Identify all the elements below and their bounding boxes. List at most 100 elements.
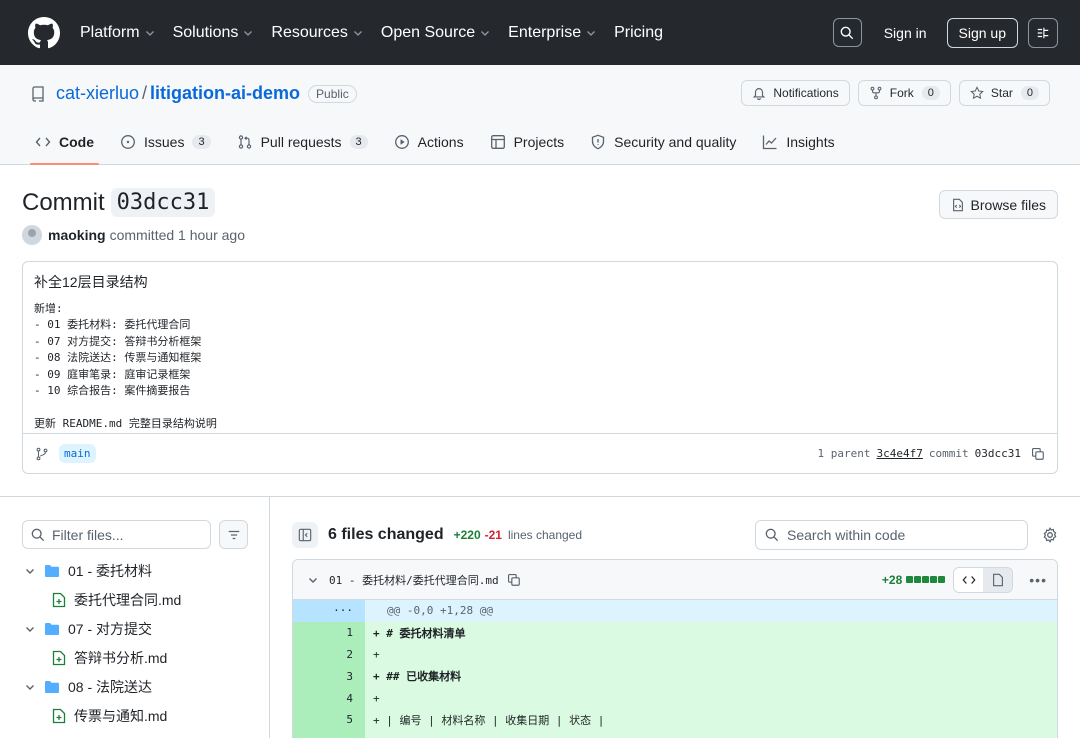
filter-options-button[interactable] bbox=[219, 520, 248, 549]
diff-line: 4 + bbox=[293, 687, 1057, 709]
star-count: 0 bbox=[1020, 86, 1039, 100]
diff-hunk-header: ··· @@ -0,0 +1,28 @@ bbox=[293, 600, 1057, 622]
chevron-down-icon bbox=[353, 30, 362, 36]
search-within-code-input[interactable]: Search within code bbox=[755, 520, 1028, 550]
tab-insights[interactable]: Insights bbox=[749, 120, 847, 164]
notifications-button[interactable]: Notifications bbox=[741, 80, 850, 106]
avatar[interactable] bbox=[22, 225, 42, 245]
sign-in-link[interactable]: Sign in bbox=[884, 25, 927, 41]
command-palette-icon bbox=[1037, 27, 1049, 38]
issue-opened-icon bbox=[121, 135, 135, 149]
tab-issues[interactable]: Issues 3 bbox=[107, 120, 224, 164]
repo-icon bbox=[32, 85, 44, 102]
parent-commit-link[interactable]: 3c4e4f7 bbox=[877, 447, 923, 460]
command-menu-button[interactable] bbox=[1028, 17, 1058, 48]
line-number[interactable]: 4 bbox=[293, 687, 365, 709]
nav-pricing[interactable]: Pricing bbox=[614, 24, 663, 42]
more-options-icon[interactable]: ••• bbox=[1029, 572, 1047, 588]
deletions-count: -21 bbox=[484, 528, 502, 542]
view-rendered-button[interactable] bbox=[983, 567, 1013, 592]
copy-icon[interactable] bbox=[1031, 447, 1045, 461]
line-number[interactable]: 3 bbox=[293, 665, 365, 688]
line-number[interactable]: 5 bbox=[293, 708, 365, 731]
tab-actions[interactable]: Actions bbox=[381, 120, 477, 164]
fork-count: 0 bbox=[921, 86, 940, 100]
line-number[interactable]: 2 bbox=[293, 643, 365, 666]
chevron-down-icon[interactable] bbox=[307, 574, 319, 586]
git-branch-icon bbox=[36, 447, 48, 460]
commit-message-body: 新增: - 01 委托材料: 委托代理合同 - 07 对方提交: 答辩书分析框架… bbox=[34, 302, 217, 430]
author-link[interactable]: maoking bbox=[48, 227, 106, 243]
code-icon bbox=[35, 137, 51, 147]
code-icon bbox=[962, 575, 976, 584]
chevron-down-icon bbox=[145, 30, 154, 36]
line-code: + # 委托材料清单 bbox=[365, 621, 1057, 644]
header-actions: Sign in Sign up bbox=[832, 17, 1058, 48]
tree-divider[interactable] bbox=[269, 497, 270, 738]
commit-author-line: maoking committed 1 hour ago bbox=[22, 225, 1058, 245]
browse-files-button[interactable]: Browse files bbox=[938, 190, 1058, 219]
nav-resources[interactable]: Resources bbox=[271, 24, 362, 42]
repo-header: cat-xierluo / litigation-ai-demo Public … bbox=[0, 65, 1080, 165]
tab-pull-requests[interactable]: Pull requests 3 bbox=[224, 120, 381, 164]
nav-enterprise[interactable]: Enterprise bbox=[508, 24, 596, 42]
global-search-button[interactable] bbox=[832, 18, 862, 47]
filter-icon bbox=[228, 530, 239, 539]
chevron-down-icon bbox=[481, 30, 490, 36]
view-code-button[interactable] bbox=[954, 567, 984, 592]
line-number[interactable]: 1 bbox=[293, 621, 365, 644]
commit-message-title: 补全12层目录结构 bbox=[34, 274, 148, 290]
branch-badge[interactable]: main bbox=[59, 444, 96, 463]
copy-icon[interactable] bbox=[507, 573, 521, 587]
nav-solutions[interactable]: Solutions bbox=[173, 24, 254, 42]
tree-dir[interactable]: 07 - 对方提交 bbox=[22, 614, 262, 643]
file-tree: 01 - 委托材料 委托代理合同.md 07 - 对方提交 答辩书分析.md 0… bbox=[22, 556, 262, 730]
line-number[interactable] bbox=[293, 730, 365, 738]
chevron-down-icon bbox=[244, 30, 253, 36]
filter-files-input[interactable]: Filter files... bbox=[22, 520, 211, 549]
repo-actions: Notifications Fork 0 Star 0 bbox=[741, 80, 1050, 106]
repo-path-separator: / bbox=[142, 83, 148, 103]
sidebar-collapse-icon bbox=[298, 528, 312, 542]
star-button[interactable]: Star 0 bbox=[958, 80, 1050, 106]
commit-header: Commit 03dcc31 Browse files maoking comm… bbox=[22, 188, 1058, 245]
commit-sha: 03dcc31 bbox=[110, 188, 216, 217]
repo-owner-link[interactable]: cat-xierluo bbox=[56, 83, 139, 104]
section-divider bbox=[0, 496, 1080, 497]
commit-message-box: 补全12层目录结构 新增: - 01 委托材料: 委托代理合同 - 07 对方提… bbox=[22, 261, 1058, 474]
commit-time: committed 1 hour ago bbox=[109, 227, 245, 243]
commit-meta-bar: main 1 parent 3c4e4f7 commit 03dcc31 bbox=[23, 433, 1057, 473]
diff-line: 5 + | 编号 | 材料名称 | 收集日期 | 状态 | bbox=[293, 708, 1057, 731]
file-filter-row: Filter files... bbox=[22, 520, 248, 549]
gear-icon bbox=[1043, 527, 1057, 543]
git-pull-request-icon bbox=[238, 135, 251, 149]
tree-file[interactable]: 传票与通知.md bbox=[22, 701, 262, 730]
diff-file-path[interactable]: 01 - 委托材料/委托代理合同.md bbox=[329, 572, 499, 588]
graph-icon bbox=[763, 135, 777, 150]
tab-security[interactable]: Security and quality bbox=[577, 120, 749, 164]
tree-file[interactable]: 答辩书分析.md bbox=[22, 643, 262, 672]
file-code-icon bbox=[952, 198, 963, 211]
search-icon bbox=[31, 528, 45, 541]
line-code: + bbox=[365, 643, 1057, 666]
repo-name-link[interactable]: litigation-ai-demo bbox=[150, 83, 300, 104]
nav-open-source[interactable]: Open Source bbox=[381, 24, 490, 42]
diff-settings-button[interactable] bbox=[1042, 527, 1058, 543]
diff-toolbar: 6 files changed +220 -21 lines changed S… bbox=[292, 520, 1058, 550]
tree-dir[interactable]: 01 - 委托材料 bbox=[22, 556, 262, 585]
github-logo-icon[interactable] bbox=[28, 16, 60, 49]
tab-code[interactable]: Code bbox=[22, 120, 107, 165]
expand-hunk-button[interactable]: ··· bbox=[293, 600, 365, 622]
file-icon bbox=[992, 573, 1003, 586]
sign-up-button[interactable]: Sign up bbox=[946, 17, 1018, 48]
tree-file[interactable]: 委托代理合同.md bbox=[22, 585, 262, 614]
table-icon bbox=[490, 135, 505, 149]
bell-icon bbox=[753, 88, 766, 100]
toggle-file-tree-button[interactable] bbox=[292, 522, 318, 548]
nav-platform[interactable]: Platform bbox=[80, 24, 155, 42]
fork-button[interactable]: Fork 0 bbox=[857, 80, 951, 106]
tab-projects[interactable]: Projects bbox=[477, 120, 578, 164]
file-added-icon bbox=[52, 592, 66, 607]
line-code: + | 编号 | 材料名称 | 收集日期 | 状态 | bbox=[365, 708, 1057, 731]
tree-dir[interactable]: 08 - 法院送达 bbox=[22, 672, 262, 701]
